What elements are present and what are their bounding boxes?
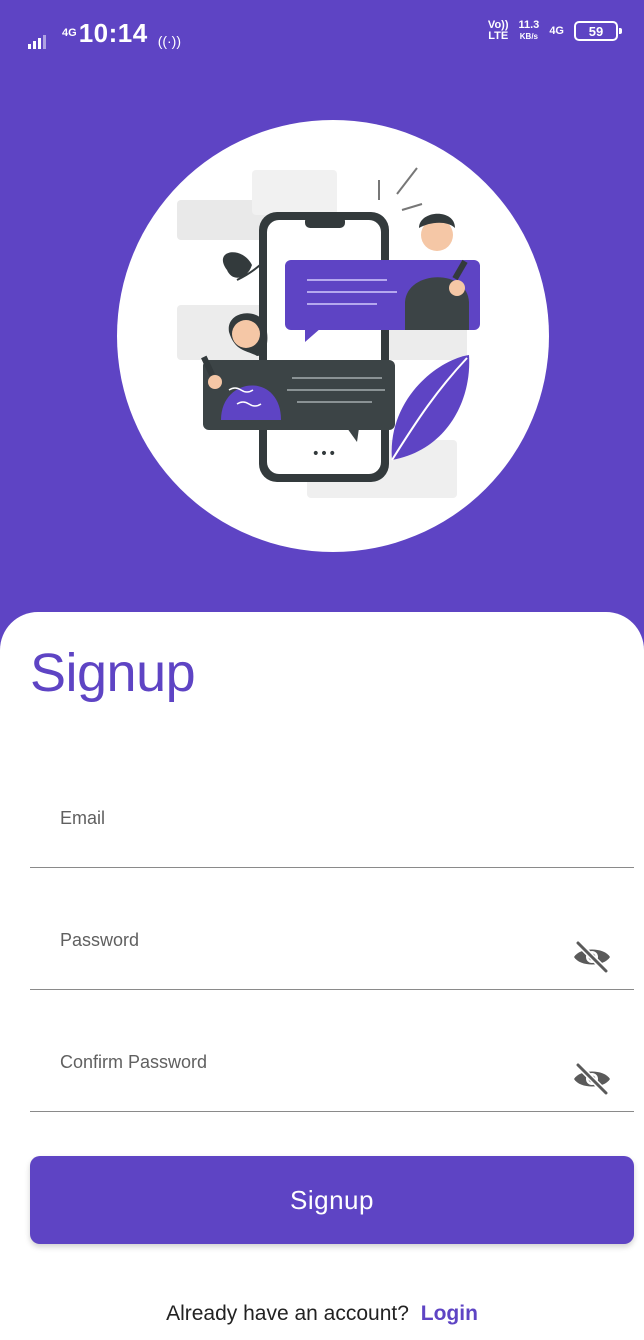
svg-text:•••: ••• [312,446,337,462]
hero-illustration: ••• [117,120,549,552]
status-time: 10:14 [78,18,148,48]
confirm-password-field[interactable] [58,1041,542,1083]
network-type: 4G [62,27,77,39]
network-type-right: 4G [549,24,564,37]
signup-button[interactable]: Signup [30,1156,634,1244]
email-field-container [30,789,634,868]
status-left: 4G 10:14 ((·)) [28,18,181,49]
email-field[interactable] [58,797,542,839]
eye-off-icon[interactable] [570,941,614,973]
eye-off-icon[interactable] [570,1063,614,1095]
password-field-container [30,911,634,990]
header-background: 4G 10:14 ((·)) Vo)) LTE 11.3 KB/s 4G 59 [0,0,644,650]
page-title: Signup [30,643,196,703]
login-link[interactable]: Login [421,1302,478,1325]
battery-level: 59 [588,23,604,39]
login-prompt-text: Already have an account? [166,1302,409,1325]
status-bar: 4G 10:14 ((·)) Vo)) LTE 11.3 KB/s 4G 59 [0,0,644,70]
chat-illustration-icon: ••• [177,167,480,498]
login-prompt: Already have an account? Login [0,1302,644,1326]
status-right: Vo)) LTE 11.3 KB/s 4G 59 [487,19,622,42]
password-field[interactable] [58,919,542,961]
hotspot-icon: ((·)) [157,33,181,49]
network-speed: 11.3 KB/s [518,19,540,42]
volte-indicator: Vo)) LTE [487,19,509,42]
confirm-password-field-container [30,1033,634,1112]
signal-icon [28,33,46,49]
signup-card: Signup Signup Already have an account? L… [0,612,644,1340]
battery-icon: 59 [574,21,622,41]
